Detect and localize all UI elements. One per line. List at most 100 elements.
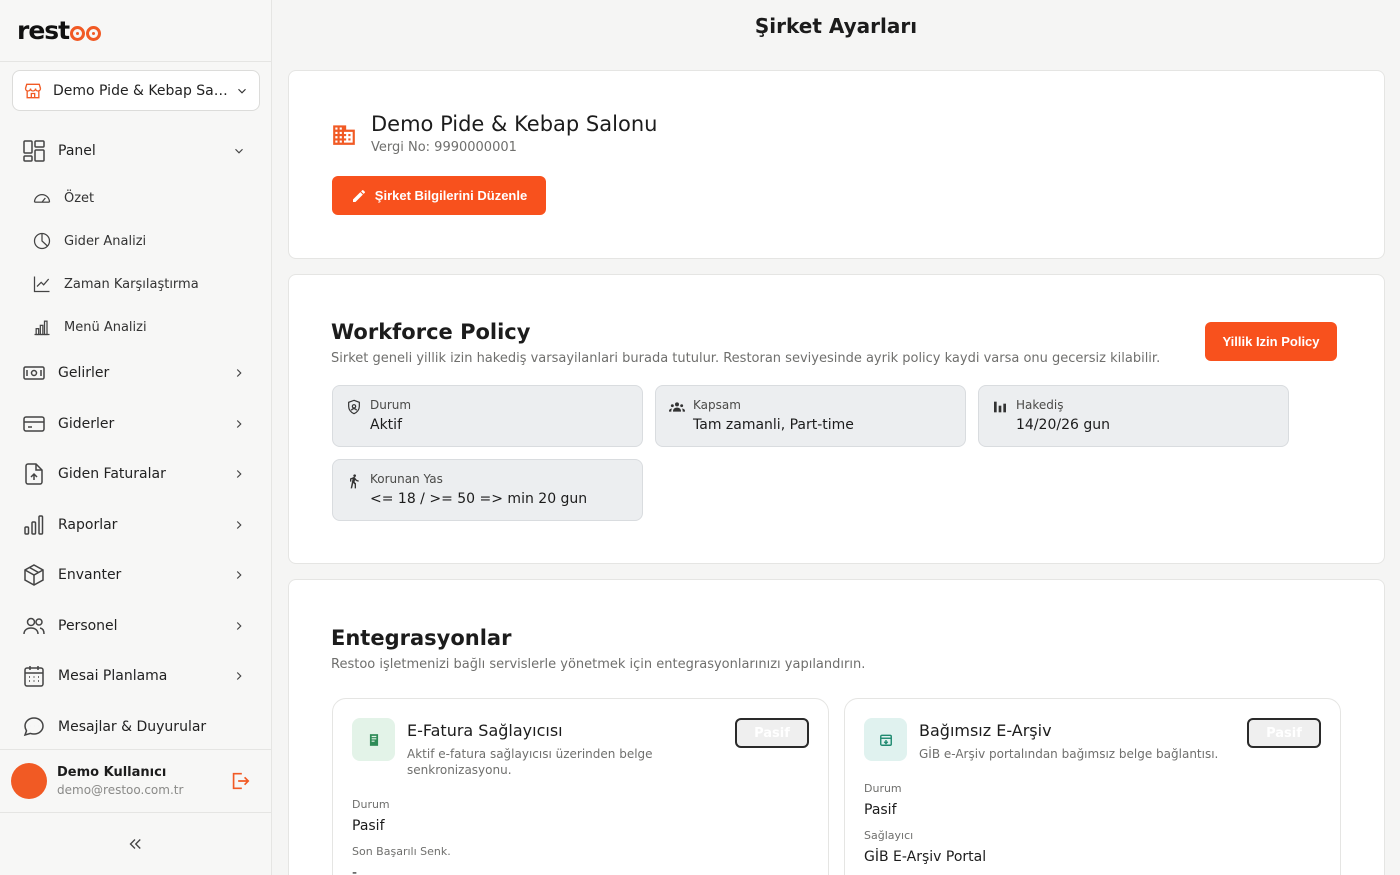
- stat-label: Kapsam: [693, 398, 741, 412]
- field-value: Pasif: [352, 818, 385, 834]
- chevron-down-icon: [238, 88, 246, 94]
- user-email: demo@restoo.com.tr: [57, 783, 184, 797]
- stat-durum: Durum Aktif: [332, 385, 643, 447]
- sidebar-subitem-label: Gider Analizi: [64, 233, 147, 249]
- building-icon: [333, 125, 355, 145]
- section-title: Workforce Policy: [331, 320, 531, 344]
- sidebar-item-label: Gelirler: [58, 365, 110, 381]
- sidebar-item-envanter[interactable]: Envanter: [12, 555, 260, 595]
- store-icon: [24, 83, 42, 98]
- integration-card-efatura[interactable]: E-Fatura Sağlayıcısı Aktif e-fatura sağl…: [332, 698, 829, 875]
- calendar-icon: [22, 664, 46, 688]
- stat-label: Hakediş: [1016, 398, 1064, 412]
- stat-value: Aktif: [370, 417, 402, 433]
- status-badge[interactable]: Pasif: [1247, 718, 1321, 748]
- pie-chart-icon: [32, 231, 52, 251]
- chevron-right-icon: [236, 521, 242, 529]
- walking-icon: [350, 474, 359, 489]
- integration-name: E-Fatura Sağlayıcısı: [407, 721, 563, 740]
- sidebar-item-mesajlar-duyurular[interactable]: Mesajlar & Duyurular: [12, 707, 260, 747]
- divider: [0, 749, 271, 750]
- section-description: Sirket geneli yillik izin hakediş varsay…: [331, 351, 1161, 366]
- divider: [0, 61, 271, 62]
- field-label: Sağlayıcı: [864, 829, 914, 842]
- gauge-icon: [32, 188, 52, 208]
- annual-leave-policy-button[interactable]: Yillik Izin Policy: [1205, 322, 1337, 361]
- page-title: Şirket Ayarları: [754, 14, 918, 38]
- archive-icon: [864, 718, 907, 761]
- sidebar-subitem-gider-analizi[interactable]: Gider Analizi: [32, 225, 252, 257]
- stat-value: <= 18 / >= 50 => min 20 gun: [370, 491, 588, 507]
- sidebar-item-label: Giden Faturalar: [58, 466, 166, 482]
- stat-label: Durum: [370, 398, 412, 412]
- logout-icon[interactable]: [229, 770, 251, 792]
- chevron-right-icon: [236, 571, 242, 579]
- integrations-card: Entegrasyonlar Restoo işletmenizi bağlı …: [288, 579, 1385, 875]
- company-card: Demo Pide & Kebap Salonu Vergi No: 99900…: [288, 70, 1385, 259]
- sidebar-subitem-menu-analizi[interactable]: Menü Analizi: [32, 311, 252, 343]
- sidebar-subitem-ozet[interactable]: Özet: [32, 182, 252, 214]
- sidebar-item-panel[interactable]: Panel: [12, 131, 260, 171]
- sidebar-item-mesai-planlama[interactable]: Mesai Planlama: [12, 656, 260, 696]
- sidebar: rest Demo Pide & Kebap Salonu Panel Özet…: [0, 0, 272, 875]
- credit-card-icon: [22, 412, 46, 436]
- sidebar-item-giderler[interactable]: Giderler: [12, 404, 260, 444]
- sidebar-subitem-label: Zaman Karşılaştırma: [64, 276, 199, 292]
- avatar: [11, 763, 47, 799]
- sidebar-item-label: Envanter: [58, 567, 122, 583]
- chevron-down-icon: [235, 148, 243, 154]
- integration-subtitle: Aktif e-fatura sağlayıcısı üzerinden bel…: [407, 747, 653, 777]
- line-chart-icon: [32, 274, 52, 294]
- company-selector-value: Demo Pide & Kebap Salonu: [53, 82, 229, 99]
- field-value: Pasif: [864, 802, 897, 818]
- banknote-icon: [22, 361, 46, 385]
- shield-icon: [348, 399, 360, 415]
- sidebar-subitem-label: Menü Analizi: [64, 319, 147, 335]
- file-upload-icon: [22, 462, 46, 486]
- box-icon: [22, 563, 46, 587]
- edit-company-label: Şirket Bilgilerini Düzenle: [374, 188, 528, 203]
- section-title: Entegrasyonlar: [331, 626, 512, 650]
- logo-text: rest: [17, 15, 70, 45]
- group-icon: [669, 402, 685, 412]
- stat-value: 14/20/26 gun: [1016, 417, 1110, 433]
- bars-icon: [994, 401, 1006, 413]
- stat-label: Korunan Yas: [370, 472, 443, 486]
- user-profile[interactable]: Demo Kullanıcı demo@restoo.com.tr: [11, 763, 261, 799]
- restoo-logo[interactable]: rest: [17, 14, 102, 46]
- integration-card-earsiv[interactable]: Bağımsız E-Arşiv GİB e-Arşiv portalından…: [844, 698, 1341, 875]
- sidebar-subitem-zaman-karsilastirma[interactable]: Zaman Karşılaştırma: [32, 268, 252, 300]
- sidebar-subitem-label: Özet: [64, 190, 95, 206]
- chevron-right-icon: [236, 369, 242, 377]
- invoice-icon: [352, 718, 395, 761]
- bar-chart-icon: [32, 317, 52, 337]
- chevron-right-icon: [236, 420, 242, 428]
- sidebar-item-giden-faturalar[interactable]: Giden Faturalar: [12, 454, 260, 494]
- edit-company-button[interactable]: Şirket Bilgilerini Düzenle: [332, 176, 546, 215]
- company-name: Demo Pide & Kebap Salonu: [371, 112, 658, 136]
- collapse-sidebar-icon[interactable]: [126, 835, 144, 853]
- sidebar-item-raporlar[interactable]: Raporlar: [12, 505, 260, 545]
- stat-kapsam: Kapsam Tam zamanli, Part-time: [655, 385, 966, 447]
- sidebar-item-personel[interactable]: Personel: [12, 606, 260, 646]
- stat-hakedis: Hakediş 14/20/26 gun: [978, 385, 1289, 447]
- sidebar-item-label: Raporlar: [58, 517, 118, 533]
- message-icon: [22, 715, 46, 739]
- user-info: Demo Kullanıcı demo@restoo.com.tr: [57, 765, 229, 797]
- sidebar-item-label: Personel: [58, 618, 118, 634]
- field-value: GİB E-Arşiv Portal: [864, 849, 987, 865]
- chevron-right-icon: [236, 672, 242, 680]
- integration-subtitle: GİB e-Arşiv portalından bağımsız belge b…: [919, 747, 1219, 761]
- status-badge[interactable]: Pasif: [735, 718, 809, 748]
- logo-mark: [70, 20, 102, 41]
- sidebar-item-label: Giderler: [58, 416, 115, 432]
- sidebar-item-label: Mesajlar & Duyurular: [58, 719, 207, 735]
- sidebar-item-gelirler[interactable]: Gelirler: [12, 353, 260, 393]
- field-label: Son Başarılı Senk.: [352, 845, 451, 858]
- company-selector[interactable]: Demo Pide & Kebap Salonu: [12, 70, 260, 111]
- company-header: Demo Pide & Kebap Salonu Vergi No: 99900…: [331, 112, 657, 155]
- pencil-icon: [352, 189, 365, 202]
- sidebar-item-label: Panel: [58, 143, 96, 159]
- section-description: Restoo işletmenizi bağlı servislerle yön…: [331, 657, 866, 672]
- field-value: -: [352, 865, 358, 875]
